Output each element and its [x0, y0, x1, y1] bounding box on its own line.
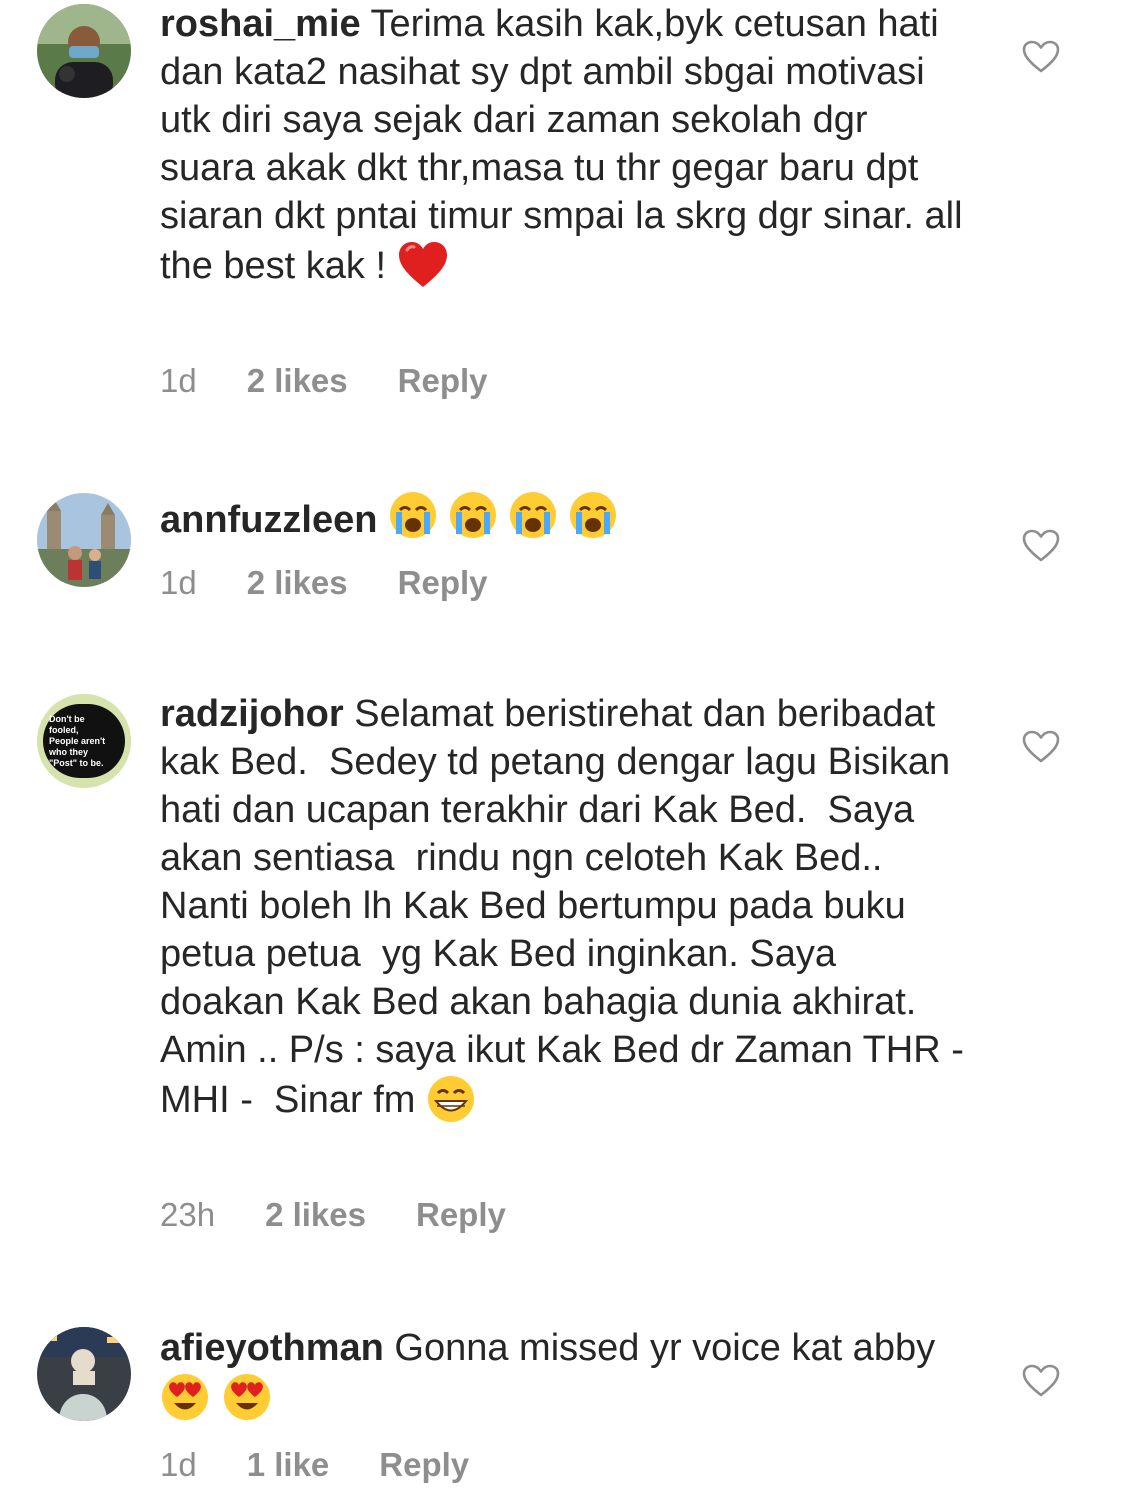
avatar[interactable]	[37, 493, 131, 587]
likes-count[interactable]: 1 like	[247, 1446, 330, 1484]
reply-button[interactable]: Reply	[379, 1446, 469, 1484]
comment-body: radzijohor Selamat beristirehat dan beri…	[160, 690, 970, 1124]
red-heart-emoji-icon	[397, 240, 449, 292]
heart-eyes-emoji-icon	[160, 1372, 210, 1422]
grinning-face-emoji-icon	[426, 1074, 476, 1124]
reply-button[interactable]: Reply	[398, 564, 488, 602]
comment-meta: 1d 2 likes Reply	[160, 564, 488, 602]
crying-face-emoji-icon	[448, 490, 498, 540]
like-heart-icon[interactable]	[1022, 40, 1060, 74]
comment-time: 23h	[160, 1196, 216, 1233]
crying-face-emoji-icon	[568, 490, 618, 540]
avatar-caption: Don't be	[49, 714, 85, 724]
likes-count[interactable]: 2 likes	[265, 1196, 366, 1234]
comment-body: afieyothman Gonna missed yr voice kat ab…	[160, 1324, 970, 1422]
comment-time: 1d	[160, 1446, 197, 1483]
comment-text	[377, 499, 388, 541]
comment-time: 1d	[160, 362, 197, 399]
crying-face-emoji-icon	[388, 490, 438, 540]
reply-button[interactable]: Reply	[398, 362, 488, 400]
comment-username[interactable]: radzijohor	[160, 693, 344, 735]
like-heart-icon[interactable]	[1022, 1364, 1060, 1398]
likes-count[interactable]: 2 likes	[247, 362, 348, 400]
avatar[interactable]	[37, 4, 131, 98]
svg-text:fooled,: fooled,	[49, 725, 79, 735]
heart-eyes-emoji-icon	[222, 1372, 272, 1422]
reply-button[interactable]: Reply	[416, 1196, 506, 1234]
comment-text: Selamat beristirehat dan beribadat kak B…	[160, 693, 964, 1121]
comment-username[interactable]: annfuzzleen	[160, 499, 377, 541]
comment-meta: 1d 2 likes Reply	[160, 362, 488, 400]
comment-body: annfuzzleen	[160, 490, 970, 544]
comment-text: Gonna missed yr voice kat abby	[383, 1327, 936, 1369]
comment-meta: 23h 2 likes Reply	[160, 1196, 506, 1234]
likes-count[interactable]: 2 likes	[247, 564, 348, 602]
comment-meta: 1d 1 like Reply	[160, 1446, 469, 1484]
like-heart-icon[interactable]	[1022, 529, 1060, 563]
comment-text: Terima kasih kak,byk cetusan hati dan ka…	[160, 3, 974, 287]
crying-face-emoji-icon	[508, 490, 558, 540]
avatar[interactable]	[37, 1327, 131, 1421]
comment-username[interactable]: afieyothman	[160, 1327, 384, 1369]
svg-text:who they: who they	[48, 747, 88, 757]
comment-time: 1d	[160, 564, 197, 601]
svg-text:People aren't: People aren't	[49, 736, 105, 746]
avatar[interactable]: Don't be fooled, People aren't who they …	[37, 694, 131, 788]
comment-username[interactable]: roshai_mie	[160, 3, 361, 45]
like-heart-icon[interactable]	[1022, 730, 1060, 764]
svg-text:"Post" to be.: "Post" to be.	[49, 758, 104, 768]
comment-body: roshai_mie Terima kasih kak,byk cetusan …	[160, 0, 970, 292]
